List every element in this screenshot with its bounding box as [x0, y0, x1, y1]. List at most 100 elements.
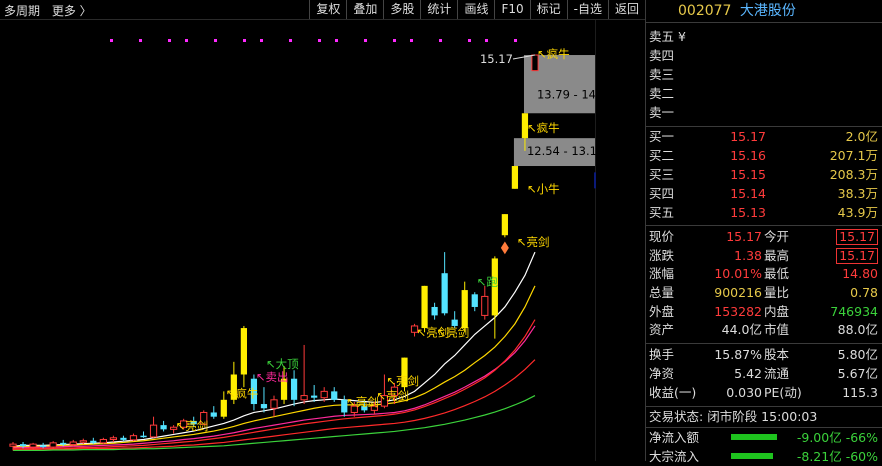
quote-value: 746934 — [830, 303, 878, 319]
money-flows: 净流入额 -9.00亿 -66% 大宗流入 -8.21亿 -60% — [646, 428, 882, 466]
candle-body — [69, 441, 77, 446]
top-marker-dot — [318, 39, 321, 42]
f10-button[interactable]: F10 — [494, 0, 529, 19]
buy-price: 15.14 — [730, 186, 766, 201]
quote-label: 现价 — [649, 229, 675, 244]
high-price-label: 15.17 — [480, 52, 513, 66]
fundamental-label: 股本 — [764, 347, 790, 363]
separator — [646, 343, 882, 345]
buy-row: 买二 15.16 207.1万 — [646, 146, 882, 165]
candle-body — [9, 443, 17, 447]
sell-row: 卖三 — [646, 65, 882, 84]
top-marker-dot — [139, 39, 142, 42]
candle-body — [120, 437, 127, 440]
buy-price: 15.15 — [730, 167, 766, 182]
multi-period-button[interactable]: 多周期 — [4, 4, 40, 18]
sell-label: 卖一 — [649, 105, 675, 120]
quote-label: 内盘 — [764, 303, 790, 319]
candle-body — [60, 442, 67, 445]
quote-label: 涨幅 — [649, 266, 675, 282]
price-zone-label: 13.79 - 14 — [537, 87, 596, 101]
fundamental-value: 15.87% — [714, 347, 762, 363]
top-marker-dot — [289, 39, 292, 42]
signal-label: ↖疯牛 — [527, 121, 560, 135]
buy-row: 买一 15.17 2.0亿 — [646, 127, 882, 146]
remove-watchlist-button[interactable]: -自选 — [566, 0, 608, 19]
top-marker-dot — [410, 39, 413, 42]
quote-grid: 现价 15.17 今开 15.17 涨跌 1.38 最高 15.17 涨幅 10.01% 最低 14.… — [646, 228, 882, 340]
kline-chart[interactable]: 11.0010.009.008.007.006.00----15.1713420… — [0, 0, 596, 461]
draw-line-button[interactable]: 画线 — [457, 0, 494, 19]
flow-row: 净流入额 -9.00亿 -66% — [646, 428, 882, 447]
quote-label: 总量 — [649, 285, 675, 301]
buy-label: 买五 — [649, 205, 675, 220]
trade-status: 交易状态: 闭市阶段 15:00:03 — [646, 407, 882, 427]
quote-value: 14.80 — [842, 266, 878, 282]
candle-body — [331, 391, 338, 400]
quote-label: 量比 — [764, 285, 790, 301]
quote-label: 涨跌 — [649, 247, 675, 263]
statistics-button[interactable]: 统计 — [420, 0, 457, 19]
back-button[interactable]: 返回 — [607, 0, 645, 19]
candle-body — [461, 290, 468, 329]
overlay-button[interactable]: 叠加 — [346, 0, 383, 19]
adjust-button[interactable]: 复权 — [309, 0, 346, 19]
candle-body — [260, 404, 268, 409]
buy-label: 买二 — [649, 148, 675, 163]
sell-orders: 卖五 ¥ 卖四 卖三 卖二 卖一 — [646, 27, 882, 122]
buy-volume: 207.1万 — [829, 148, 878, 163]
flow-value: -8.21亿 -60% — [796, 449, 878, 465]
sell-label: 卖三 — [649, 67, 675, 82]
candle-body — [441, 273, 448, 314]
mark-button[interactable]: 标记 — [529, 0, 567, 19]
quote-value: 0.78 — [850, 285, 878, 301]
top-marker-dot — [514, 39, 517, 42]
more-button[interactable]: 更多 〉 — [52, 4, 92, 18]
quote-row: 现价 15.17 今开 15.17 — [646, 228, 882, 247]
candle-body — [129, 435, 138, 441]
quote-value: 10.01% — [714, 266, 762, 282]
candle-body — [511, 166, 519, 189]
candle-body — [79, 440, 87, 443]
stock-header: 002077 大港股份 — [646, 0, 882, 22]
candle-body — [421, 285, 428, 329]
candle-body — [140, 435, 147, 438]
top-marker-dot — [468, 39, 471, 42]
sell-row: 卖四 — [646, 46, 882, 65]
buy-volume: 2.0亿 — [845, 129, 878, 144]
sell-label: 卖四 — [649, 48, 675, 63]
trade-status-value: 闭市阶段 15:00:03 — [707, 409, 818, 425]
multi-stock-button[interactable]: 多股 — [383, 0, 420, 19]
fundamentals-grid: 换手 15.87% 股本 5.80亿 净资 5.42 流通 5.67亿 收益(一) 0.030 PE… — [646, 346, 882, 402]
signal-label: ↖疯牛 — [537, 47, 570, 61]
sell-price: ¥ — [678, 29, 686, 44]
candle-body — [300, 395, 308, 401]
signal-label: ↖亮剑 — [176, 419, 209, 433]
signal-label: ↖疯牛 — [226, 387, 259, 401]
candle-body — [160, 425, 167, 430]
buy-row: 买四 15.14 38.3万 — [646, 184, 882, 203]
quote-value: 1.38 — [734, 247, 762, 263]
price-zone-label: 12.54 - 13.1 — [527, 144, 596, 158]
candle-body — [90, 440, 97, 443]
quote-label: 资产 — [649, 322, 675, 338]
buy-label: 买一 — [649, 129, 675, 144]
signal-label: ↖卖出 — [256, 370, 289, 384]
boxed-value: 15.17 — [836, 247, 878, 264]
fundamental-value: 5.80亿 — [837, 347, 878, 363]
candle-body — [290, 378, 298, 400]
buy-volume: 43.9万 — [837, 205, 878, 220]
flow-row: 大宗流入 -8.21亿 -60% — [646, 447, 882, 466]
flow-value: -9.00亿 -66% — [796, 430, 878, 446]
flow-label: 大宗流入 — [649, 449, 700, 465]
fundamental-value: 5.67亿 — [837, 365, 878, 381]
buy-row: 买五 15.13 43.9万 — [646, 203, 882, 222]
candle-body — [431, 306, 438, 316]
quote-label: 市值 — [764, 322, 790, 338]
fundamental-label: 流通 — [764, 365, 790, 381]
quote-label: 外盘 — [649, 303, 675, 319]
top-marker-dot — [364, 39, 367, 42]
fundamental-label: 净资 — [649, 365, 675, 381]
signal-label: ↖跑 — [477, 275, 499, 289]
quote-row: 资产 44.0亿 市值 88.0亿 — [646, 321, 882, 340]
